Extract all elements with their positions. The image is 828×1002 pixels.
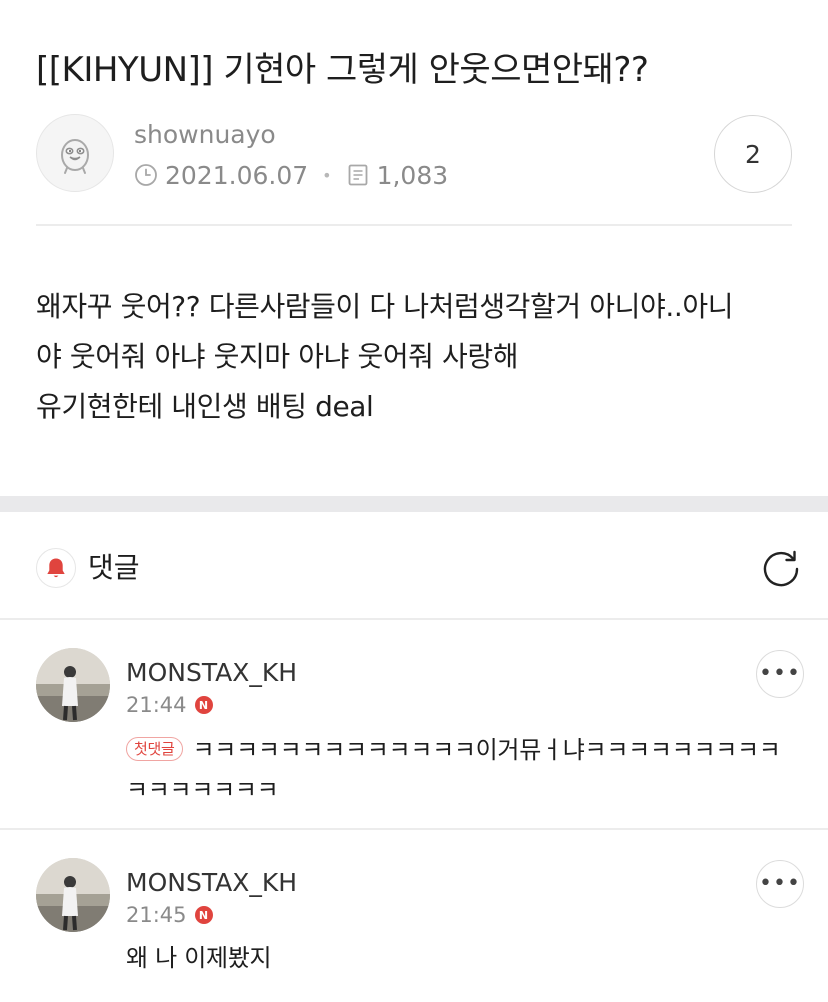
- author-name[interactable]: shownuayo: [134, 118, 276, 152]
- commenter-avatar[interactable]: [36, 858, 110, 932]
- comment-text: 왜 나 이제봤지: [126, 944, 272, 972]
- avatar-photo: [36, 858, 110, 932]
- author-avatar[interactable]: [36, 114, 114, 192]
- commenter-avatar[interactable]: [36, 648, 110, 722]
- comment-more-button[interactable]: •••: [756, 650, 804, 698]
- comments-header: 댓글: [0, 512, 828, 618]
- comment-author[interactable]: MONSTAX_KH: [126, 866, 297, 900]
- new-badge: N: [194, 696, 213, 714]
- comments-title: 댓글: [88, 551, 140, 584]
- post-body: 왜자꾸 웃어?? 다른사람들이 다 나처럼생각할거 아니야..아니 야 웃어줘 …: [36, 282, 806, 432]
- refresh-button[interactable]: [760, 548, 802, 590]
- comment-time: 21:44: [126, 693, 187, 717]
- post-body-line: 유기현한테 내인생 배팅 deal: [36, 390, 374, 423]
- more-dots-icon: •••: [759, 661, 801, 686]
- first-comment-badge: 첫댓글: [126, 737, 183, 761]
- header-divider: [36, 224, 792, 226]
- comment-more-button[interactable]: •••: [756, 860, 804, 908]
- clock-icon: [134, 163, 158, 187]
- avatar-photo: [36, 648, 110, 722]
- comment-text-block: 첫댓글 ㅋㅋㅋㅋㅋㅋㅋㅋㅋㅋㅋㅋㅋ이거뮤ㅓ냐ㅋㅋㅋㅋㅋㅋㅋㅋㅋㅋㅋㅋㅋㅋㅋㅋ: [126, 730, 796, 810]
- meta-separator: •: [322, 165, 332, 185]
- comment-meta: 21:44 N: [126, 690, 213, 720]
- comment-item: MONSTAX_KH 21:44 N ••• 첫댓글 ㅋㅋㅋㅋㅋㅋㅋㅋㅋㅋㅋㅋㅋ이…: [0, 620, 828, 828]
- post-meta: 2021.06.07 • 1,083: [134, 158, 448, 192]
- comment-item: MONSTAX_KH 21:45 N ••• 왜 나 이제봤지: [0, 830, 828, 1002]
- new-badge: N: [194, 906, 213, 924]
- comment-count-button[interactable]: 2: [714, 115, 792, 193]
- post-body-line: 야 웃어줘 아냐 웃지마 아냐 웃어줘 사랑해: [36, 340, 519, 373]
- comment-count: 2: [745, 139, 761, 169]
- bell-icon: [47, 558, 65, 578]
- post-header: [[KIHYUN]] 기현아 그렇게 안웃으면안돼?? shownuayo 20…: [0, 0, 828, 226]
- post-date: 2021.06.07: [165, 160, 309, 190]
- post-title: [[KIHYUN]] 기현아 그렇게 안웃으면안돼??: [36, 50, 649, 90]
- comment-time: 21:45: [126, 903, 187, 927]
- document-icon: [346, 163, 370, 187]
- refresh-icon: [763, 550, 799, 587]
- comment-author[interactable]: MONSTAX_KH: [126, 656, 297, 690]
- duck-character-icon: [61, 139, 89, 174]
- view-count: 1,083: [376, 160, 449, 190]
- comment-notification-toggle[interactable]: [36, 548, 76, 588]
- section-divider-band: [0, 496, 828, 512]
- post-body-line: 왜자꾸 웃어?? 다른사람들이 다 나처럼생각할거 아니야..아니: [36, 290, 734, 323]
- comment-text: ㅋㅋㅋㅋㅋㅋㅋㅋㅋㅋㅋㅋㅋ이거뮤ㅓ냐ㅋㅋㅋㅋㅋㅋㅋㅋㅋㅋㅋㅋㅋㅋㅋㅋ: [126, 736, 781, 804]
- comment-meta: 21:45 N: [126, 900, 213, 930]
- more-dots-icon: •••: [759, 871, 801, 896]
